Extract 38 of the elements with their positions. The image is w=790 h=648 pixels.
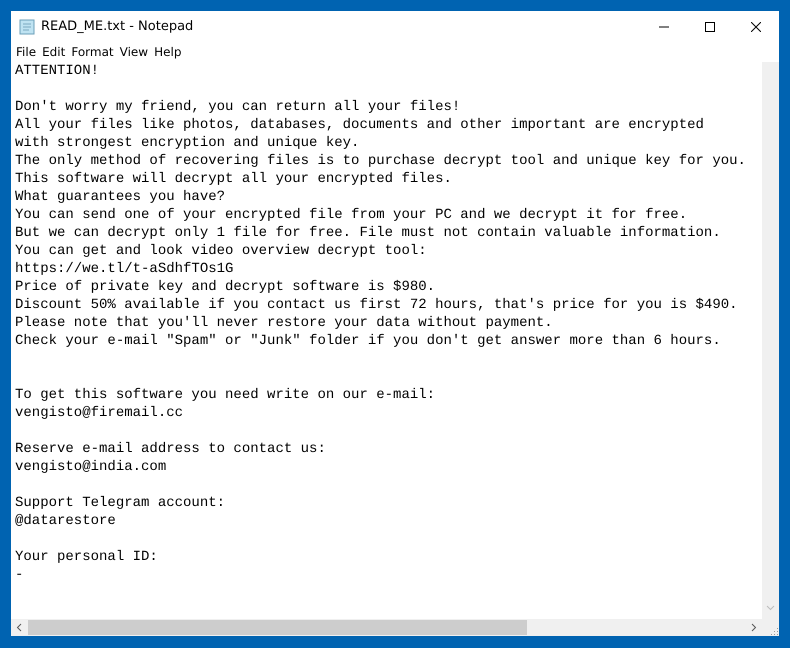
menu-item[interactable]: View [116, 43, 152, 61]
scroll-right-icon[interactable] [750, 623, 757, 632]
text-line: You can get and look video overview decrypt tool: [15, 243, 427, 259]
menu-item[interactable]: Format [68, 43, 117, 61]
text-line: Your personal ID: [15, 549, 158, 565]
scrollbar-thumb[interactable] [28, 620, 527, 635]
text-line: Please note that you'll never restore your data without payment. [15, 315, 553, 331]
text-line: vengisto@firemail.cc [15, 405, 184, 421]
text-line: Check your e-mail "Spam" or "Junk" folder if you don't get answer more than 6 hours. [15, 333, 721, 349]
maximize-icon [705, 22, 715, 32]
menu-item[interactable]: Edit [39, 43, 68, 61]
text-line: To get this software you need write on our e-mail: [15, 387, 436, 403]
text-line: with strongest encryption and unique key. [15, 135, 360, 151]
text-line: But we can decrypt only 1 file for free. File must not contain valuable information. [15, 225, 721, 241]
text-line: ATTENTION! [15, 63, 100, 79]
text-line: All your files like photos, databases, documents and other important are encrypted [15, 117, 704, 133]
vertical-scrollbar[interactable] [762, 62, 779, 619]
text-line: Don't worry my friend, you can return all your files! [15, 99, 460, 115]
scroll-down-icon[interactable] [766, 604, 775, 611]
menu-item[interactable]: File [13, 43, 40, 61]
text-line: Discount 50% available if you contact us first 72 hours, that's price for you is $490. [15, 297, 738, 313]
text-line: This software will decrypt all your encrypted files. [15, 171, 452, 187]
text-line: - [15, 567, 24, 583]
text-line: https://we.tl/t-aSdhfTOs1G [15, 261, 234, 277]
text-line: vengisto@india.com [15, 459, 166, 475]
text-line: What guarantees you have? [15, 189, 226, 205]
scroll-left-icon[interactable] [16, 623, 23, 632]
text-line: Support Telegram account: [15, 495, 226, 511]
window-title: READ_ME.txt - Notepad [41, 18, 194, 36]
close-icon [751, 22, 761, 32]
text-line: @datarestore [15, 513, 116, 529]
text-line: You can send one of your encrypted file from your PC and we decrypt it for free. [15, 207, 688, 223]
text-line: Reserve e-mail address to contact us: [15, 441, 326, 457]
horizontal-scrollbar[interactable] [11, 619, 762, 636]
text-line: The only method of recovering files is to purchase decrypt tool and unique key for you. [15, 153, 746, 169]
notepad-icon [19, 18, 35, 34]
text-line: Price of private key and decrypt software is $980. [15, 279, 436, 295]
menu-item[interactable]: Help [151, 43, 184, 61]
